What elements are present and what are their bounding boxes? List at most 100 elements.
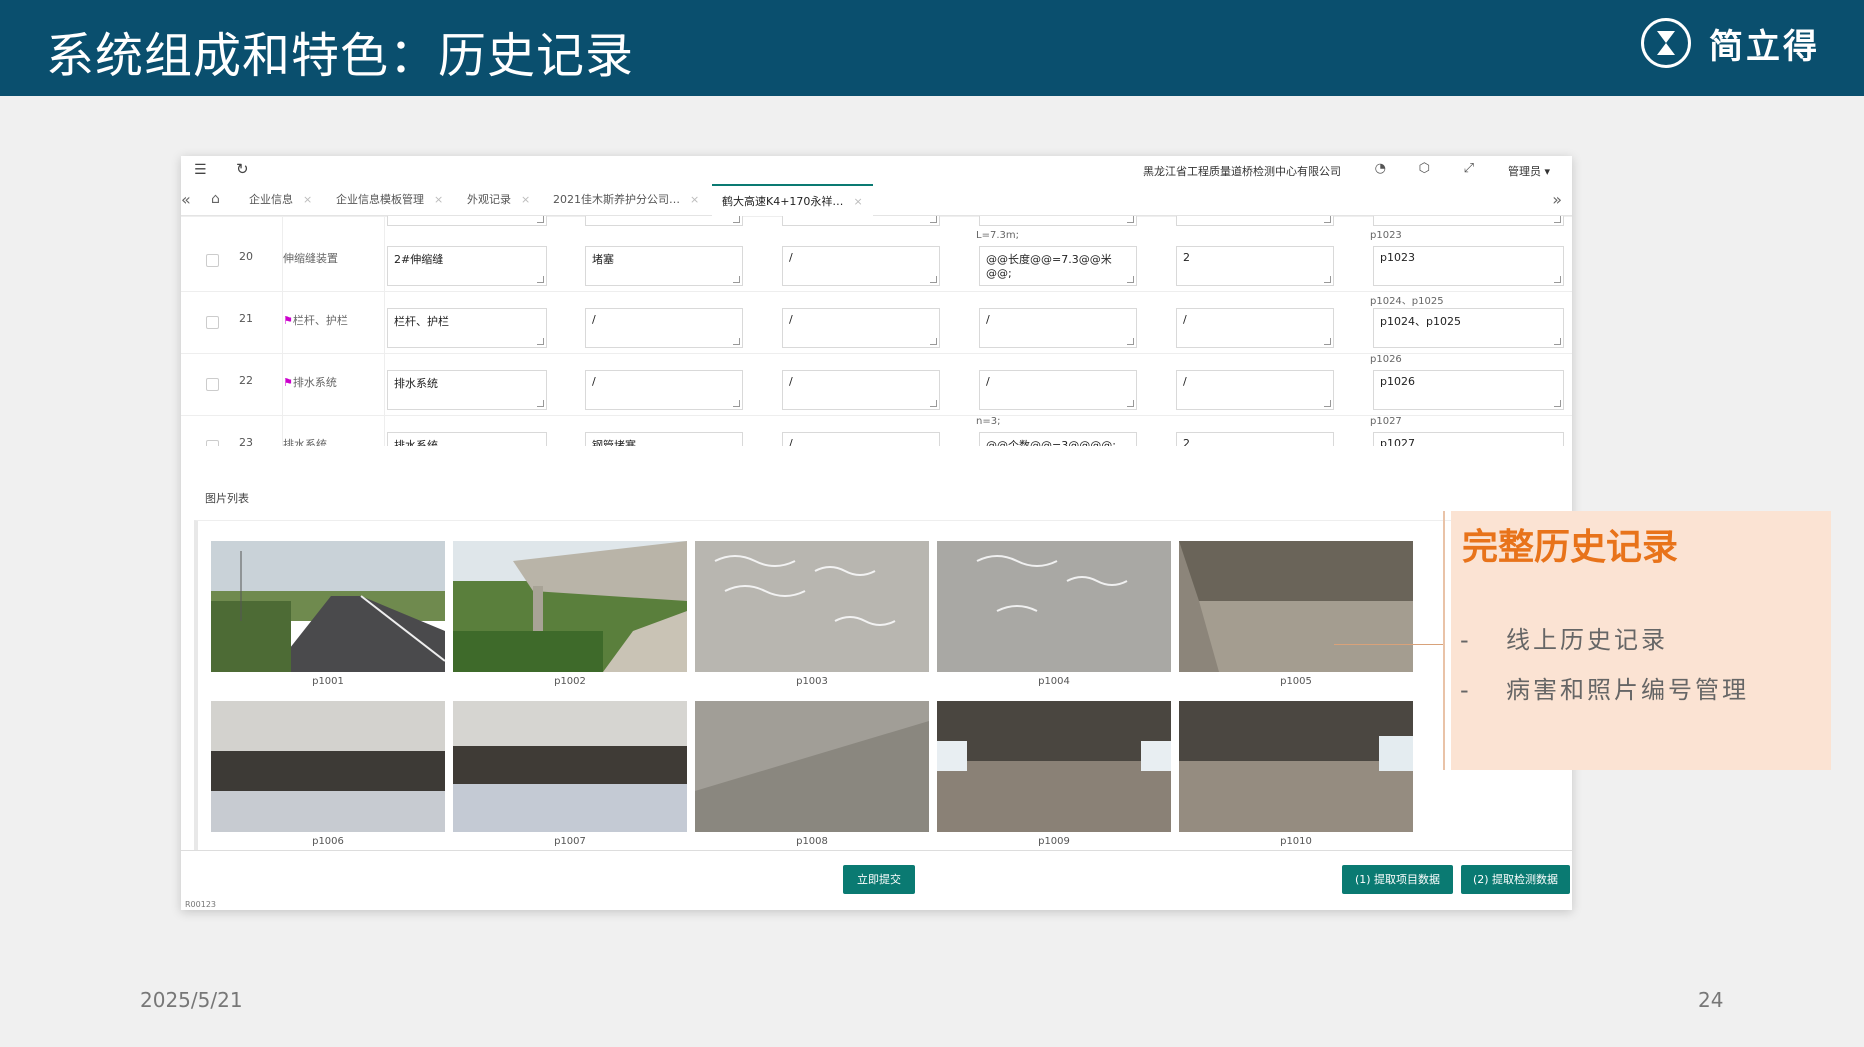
row-component: 排水系统 [283,436,327,446]
cell-hint: p1023 [1370,230,1402,241]
callout-bar [1443,511,1445,770]
component-label: 排水系统 [292,376,337,389]
table-cell[interactable]: / [979,370,1137,410]
close-icon[interactable]: × [853,195,862,208]
bullet-dash: - [1460,626,1472,654]
close-icon[interactable]: × [521,193,530,206]
row-checkbox[interactable] [206,378,219,391]
table-cell[interactable]: / [782,370,940,410]
tag-icon[interactable]: ⬡ [1419,161,1430,176]
row-component: ⚑栏杆、护栏 [283,312,348,328]
flag-icon: ⚑ [283,376,293,389]
cell-hint: p1024、p1025 [1370,296,1444,307]
row-number: 21 [239,312,253,325]
submit-button[interactable]: 立即提交 [843,865,915,894]
table-cell[interactable]: / [585,370,743,410]
table-row: 23 排水系统 n=3; p1027 排水系统 钢管堵塞 / @@个数@@=3@… [181,416,1572,446]
divider [181,850,1572,851]
palette-icon[interactable]: ◔ [1375,161,1386,176]
flag-icon: ⚑ [283,314,293,327]
table-cell[interactable]: 栏杆、护栏 [387,308,547,348]
table-cell[interactable]: 2 [1176,246,1334,286]
table-cell[interactable]: @@个数@@=3@@@@; [979,432,1137,446]
user-menu[interactable]: 管理员 ▾ [1508,163,1550,179]
cell-hint: p1027 [1370,416,1402,427]
callout-item: - 病害和照片编号管理 [1460,670,1749,705]
tab-template-mgmt[interactable]: 企业信息模板管理 × [336,184,443,216]
table-cell[interactable]: 2 [1176,432,1334,446]
photo-thumbnail[interactable] [211,701,445,832]
picture-list-label: 图片列表 [205,492,249,505]
close-icon[interactable]: × [434,193,443,206]
table-cell[interactable]: 2#伸缩缝 [387,246,547,286]
table-cell[interactable]: 排水系统 [387,370,547,410]
table-cell[interactable]: 钢管堵塞 [585,432,743,446]
table-cell[interactable]: @@长度@@=7.3@@米@@; [979,246,1137,286]
table-cell[interactable] [585,216,743,226]
tab-bar: « ⌂ 企业信息 × 企业信息模板管理 × 外观记录 × 2021佳木斯养护分公司… ×… [181,184,1572,216]
tab-jiamusi[interactable]: 2021佳木斯养护分公司… × [553,184,699,216]
table-cell[interactable] [979,216,1137,226]
brand: 简立得 [1641,18,1820,68]
callout-item-text: 病害和照片编号管理 [1506,676,1749,704]
tab-appearance-record[interactable]: 外观记录 × [467,184,530,216]
close-icon[interactable]: × [690,193,699,206]
fetch-detection-data-button[interactable]: (2) 提取检测数据 [1461,865,1570,894]
scroll-right-icon[interactable]: » [1552,190,1562,209]
table-cell[interactable]: / [782,246,940,286]
refresh-icon[interactable]: ↻ [236,160,249,178]
record-table: 20 伸缩缝装置 L=7.3m; p1023 2#伸缩缝 堵塞 / @@长度@@… [181,216,1572,446]
close-icon[interactable]: × [303,193,312,206]
photo-thumbnail[interactable] [937,701,1171,832]
component-label: 栏杆、护栏 [292,314,348,327]
table-cell[interactable]: p1024、p1025 [1373,308,1564,348]
tab-hedа-highway[interactable]: 鹤大高速K4+170永祥… × [712,184,873,216]
table-cell[interactable]: / [782,308,940,348]
callout-leader-line [1334,644,1443,645]
photo-thumbnail[interactable] [695,541,929,672]
fetch-project-data-button[interactable]: (1) 提取项目数据 [1342,865,1453,894]
photo-caption: p1002 [554,676,586,687]
table-cell[interactable] [1373,216,1564,226]
cell-hint: n=3; [976,416,1001,427]
row-checkbox[interactable] [206,440,219,446]
slide-date: 2025/5/21 [140,988,243,1012]
table-cell[interactable]: / [1176,308,1334,348]
table-cell[interactable]: p1023 [1373,246,1564,286]
table-cell[interactable]: 堵塞 [585,246,743,286]
table-cell[interactable] [387,216,547,226]
row-checkbox[interactable] [206,316,219,329]
table-row: 22 ⚑排水系统 p1026 排水系统 / / / / p1026 [181,354,1572,416]
table-cell[interactable]: / [585,308,743,348]
fullscreen-icon[interactable]: ⤢ [1464,161,1474,176]
cell-hint: L=7.3m; [976,230,1019,241]
photo-thumbnail[interactable] [211,541,445,672]
photo-caption: p1004 [1038,676,1070,687]
table-cell[interactable] [1176,216,1334,226]
footer-code: R00123 [185,900,217,909]
home-icon[interactable]: ⌂ [211,191,220,207]
photo-thumbnail[interactable] [1179,701,1413,832]
table-cell[interactable]: / [979,308,1137,348]
row-number: 20 [239,250,253,263]
photo-thumbnail[interactable] [1179,541,1413,672]
table-cell[interactable]: 排水系统 [387,432,547,446]
table-cell[interactable]: / [1176,370,1334,410]
photo-thumbnail[interactable] [453,541,687,672]
page-number: 24 [1698,988,1724,1012]
table-cell[interactable] [782,216,940,226]
photo-caption: p1010 [1280,836,1312,847]
table-cell[interactable]: / [782,432,940,446]
slide-header: 系统组成和特色：历史记录 简立得 [0,0,1864,96]
table-cell[interactable]: p1026 [1373,370,1564,410]
scroll-left-icon[interactable]: « [181,190,191,209]
table-cell[interactable]: p1027 [1373,432,1564,446]
row-checkbox[interactable] [206,254,219,267]
photo-thumbnail[interactable] [695,701,929,832]
tab-company-info[interactable]: 企业信息 × [249,184,312,216]
photo-caption: p1001 [312,676,344,687]
photo-thumbnail[interactable] [937,541,1171,672]
photo-caption: p1006 [312,836,344,847]
menu-icon[interactable]: ☰ [194,162,207,178]
photo-thumbnail[interactable] [453,701,687,832]
